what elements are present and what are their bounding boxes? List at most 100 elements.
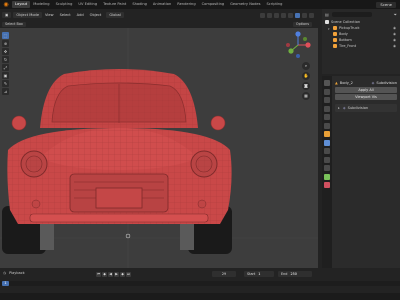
xray-toggle-icon[interactable] xyxy=(281,12,286,18)
visibility-icon[interactable] xyxy=(260,12,265,18)
mode-dropdown[interactable]: Object Mode xyxy=(13,12,43,18)
scene-tab-icon[interactable] xyxy=(324,114,330,120)
render-tab-icon[interactable] xyxy=(324,88,330,95)
add-menu[interactable]: Add xyxy=(74,12,87,18)
playback-menu[interactable]: Playback xyxy=(9,271,25,275)
scale-tool-icon[interactable]: ⤢ xyxy=(2,64,9,71)
shading-solid-icon[interactable] xyxy=(295,12,300,18)
object-tab-icon[interactable] xyxy=(324,131,330,137)
eye-icon[interactable]: ◉ xyxy=(393,44,396,48)
modifier-panel-label: Subdivision xyxy=(347,106,369,110)
outliner-label: Scene Collection xyxy=(331,20,361,24)
select-box-dropdown[interactable]: Select Box xyxy=(2,22,26,27)
workspace-tab-animation[interactable]: Animation xyxy=(150,1,174,8)
select-menu[interactable]: Select xyxy=(57,12,74,18)
outliner-filter-icon[interactable]: ▤ xyxy=(325,12,329,17)
workspace-tab-compositing[interactable]: Compositing xyxy=(199,1,228,8)
rotate-tool-icon[interactable]: ↻ xyxy=(2,56,9,63)
workspace-tab-sculpting[interactable]: Sculpting xyxy=(53,1,76,8)
eye-icon[interactable]: ◉ xyxy=(393,38,396,42)
world-tab-icon[interactable] xyxy=(324,122,330,129)
workspace-tab-uv-editing[interactable]: UV Editing xyxy=(75,1,100,8)
zoom-icon[interactable]: ⌕ xyxy=(302,62,310,70)
cursor-tool-icon[interactable]: ⊕ xyxy=(2,40,9,47)
data-tab-icon[interactable] xyxy=(324,173,330,180)
editor-type-button[interactable]: ▣ xyxy=(2,12,12,18)
shading-rendered-icon[interactable] xyxy=(309,12,314,18)
shading-wireframe-icon[interactable] xyxy=(288,12,293,18)
workspace-tab-geometry-nodes[interactable]: Geometry Nodes xyxy=(227,1,263,8)
output-tab-icon[interactable] xyxy=(324,97,330,103)
outliner-label: Tire_Front xyxy=(339,44,357,48)
top-bar: ◉ Layout Modeling Sculpting UV Editing T… xyxy=(0,0,400,9)
object-name[interactable]: Body_2 xyxy=(340,81,353,85)
subdivision-modifier-panel[interactable]: ▸ ◈ Subdivision xyxy=(335,104,397,112)
navigation-gizmo[interactable] xyxy=(284,31,312,59)
next-keyframe-icon[interactable]: ◆ xyxy=(120,272,125,277)
orientation-dropdown[interactable]: Global xyxy=(106,12,124,18)
workspace-tab-layout[interactable]: Layout xyxy=(12,1,31,8)
pan-hand-icon[interactable]: ✋ xyxy=(302,72,310,80)
object-menu[interactable]: Object xyxy=(87,12,105,18)
outliner-search-input[interactable] xyxy=(331,11,372,17)
end-frame-field[interactable]: End 250 xyxy=(278,271,312,277)
options-dropdown[interactable]: Options xyxy=(292,22,312,27)
move-tool-icon[interactable]: ✥ xyxy=(2,48,9,55)
current-frame-field[interactable]: 29 xyxy=(212,271,236,277)
particles-tab-icon[interactable] xyxy=(324,148,330,154)
collection-icon xyxy=(325,20,329,24)
workspace-tab-texture-paint[interactable]: Texture Paint xyxy=(100,1,129,8)
viewport-vis-button[interactable]: Viewport Vis xyxy=(335,94,397,100)
workspace-tab-shading[interactable]: Shading xyxy=(129,1,150,8)
end-label: End xyxy=(281,272,288,276)
timeline-editor-icon[interactable]: ◷ xyxy=(3,271,6,275)
prev-keyframe-icon[interactable]: ◆ xyxy=(102,272,107,277)
transform-tool-icon[interactable]: ▣ xyxy=(2,72,9,79)
tool-tab-icon[interactable] xyxy=(324,80,330,86)
3d-viewport[interactable] xyxy=(0,28,318,268)
eye-icon[interactable]: ◉ xyxy=(393,32,396,36)
view-layer-tab-icon[interactable] xyxy=(324,105,330,112)
workspace-tab-modeling[interactable]: Modeling xyxy=(30,1,52,8)
end-value: 250 xyxy=(290,272,297,276)
ortho-toggle-icon[interactable]: ▦ xyxy=(302,92,310,100)
car-model-render xyxy=(0,28,318,268)
outliner-label: Body xyxy=(339,32,348,36)
filter-funnel-icon[interactable]: ⏷ xyxy=(394,12,397,17)
modifier-name[interactable]: Subdivision xyxy=(376,81,397,85)
gizmo-toggle-icon[interactable] xyxy=(267,12,272,18)
timeline-ruler[interactable] xyxy=(0,281,400,286)
outliner-row-tire-front[interactable]: Tire_Front ◉ xyxy=(322,43,400,49)
scene-selector[interactable]: Scene xyxy=(376,1,400,8)
frame-indicator[interactable]: 1 xyxy=(2,281,9,286)
blender-logo-icon[interactable]: ◉ xyxy=(2,1,10,9)
outliner-label: Bottom xyxy=(339,38,352,42)
workspace-tab-rendering[interactable]: Rendering xyxy=(174,1,198,8)
play-icon[interactable]: ▶ xyxy=(114,272,119,277)
overlay-toggle-icon[interactable] xyxy=(274,12,279,18)
jump-start-icon[interactable]: ⏮ xyxy=(96,272,101,277)
measure-tool-icon[interactable]: ⊿ xyxy=(2,88,9,95)
collapse-arrow-icon[interactable]: ▸ xyxy=(338,106,340,110)
play-reverse-icon[interactable]: ◀ xyxy=(108,272,113,277)
start-value: 1 xyxy=(258,272,261,276)
expand-arrow-icon[interactable]: ▾ xyxy=(328,27,331,31)
eye-icon[interactable]: ◉ xyxy=(393,26,396,30)
constraints-tab-icon[interactable] xyxy=(324,165,330,171)
jump-end-icon[interactable]: ⏭ xyxy=(126,272,131,277)
wrench-icon: ▲ xyxy=(335,80,338,85)
annotate-tool-icon[interactable]: ✎ xyxy=(2,80,9,87)
apply-all-button[interactable]: Apply All xyxy=(335,87,397,93)
x-axis-icon xyxy=(305,42,311,48)
start-frame-field[interactable]: Start 1 xyxy=(244,271,274,277)
z-axis-icon xyxy=(295,31,301,37)
view-menu[interactable]: View xyxy=(42,12,57,18)
physics-tab-icon[interactable] xyxy=(324,156,330,163)
shading-material-icon[interactable] xyxy=(302,12,307,18)
workspace-tab-scripting[interactable]: Scripting xyxy=(263,1,285,8)
material-tab-icon[interactable] xyxy=(324,182,330,188)
camera-view-icon[interactable]: ◙ xyxy=(302,82,310,90)
viewport-header: ▣ Object Mode View Select Add Object Glo… xyxy=(0,9,318,21)
select-box-tool-icon[interactable]: ⬚ xyxy=(2,32,9,39)
modifier-tab-icon[interactable] xyxy=(324,139,330,146)
